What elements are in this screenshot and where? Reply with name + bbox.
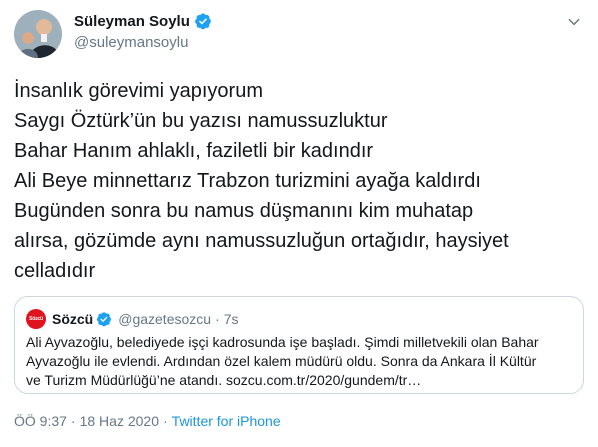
avatar[interactable]	[14, 10, 62, 58]
quoted-line: ve Turizm Müdürlüğü’ne atandı. sozcu.com…	[26, 372, 422, 388]
quoted-timestamp: 7s	[223, 311, 239, 327]
chevron-down-icon[interactable]	[566, 14, 582, 30]
tweet-date[interactable]: 18 Haz 2020	[80, 413, 159, 429]
tweet-line: Saygı Öztürk’ün bu yazısı namussuzluktur	[14, 110, 388, 132]
tweet-text: İnsanlık görevimi yapıyorum Saygı Öztürk…	[14, 76, 584, 286]
tweet-line: celladıdır	[14, 260, 96, 282]
tweet-line: alırsa, gözümde aynı namussuzluğun ortağ…	[14, 230, 509, 252]
tweet-line: Bugünden sonra bu namus düşmanını kim mu…	[14, 200, 474, 222]
separator-dot: ·	[70, 413, 76, 429]
author-display-name[interactable]: Süleyman Soylu	[74, 13, 190, 30]
sozcu-logo: Sözcü	[26, 309, 46, 329]
quoted-line: Ali Ayvazoğlu, belediyede işçi kadrosund…	[26, 334, 539, 350]
verified-badge-icon	[97, 312, 112, 327]
tweet-time[interactable]: ÖÖ 9:37	[14, 413, 67, 429]
tweet-line: Bahar Hanım ahlaklı, faziletli bir kadın…	[14, 140, 374, 162]
verified-badge-icon	[195, 13, 211, 30]
separator-dot: ·	[163, 413, 168, 429]
quoted-line: Ayvazoğlu ile evlendi. Ardından özel kal…	[26, 353, 537, 369]
quoted-tweet[interactable]: Sözcü Sözcü @gazetesozcu · 7s Ali Ayvazo…	[14, 296, 584, 394]
tweet-metadata: ÖÖ 9:37 · 18 Haz 2020 · Twitter for iPho…	[14, 413, 281, 429]
tweet-card: Süleyman Soylu @suleymansoylu İnsanlık g…	[0, 0, 598, 447]
separator-dot: ·	[215, 311, 220, 327]
author-name-row: Süleyman Soylu	[74, 12, 212, 30]
quoted-display-name: Sözcü	[52, 311, 94, 327]
author-handle[interactable]: @suleymansoylu	[74, 34, 188, 51]
quoted-tweet-header: Sözcü Sözcü @gazetesozcu · 7s	[26, 309, 239, 329]
quoted-handle: @gazetesozcu	[118, 311, 212, 327]
tweet-line: İnsanlık görevimi yapıyorum	[14, 80, 263, 102]
tweet-line: Ali Beye minnettarız Trabzon turizmini a…	[14, 170, 481, 192]
quoted-tweet-text: Ali Ayvazoğlu, belediyede işçi kadrosund…	[26, 333, 574, 390]
tweet-source-link[interactable]: Twitter for iPhone	[172, 413, 281, 429]
avatar-image	[14, 10, 62, 58]
